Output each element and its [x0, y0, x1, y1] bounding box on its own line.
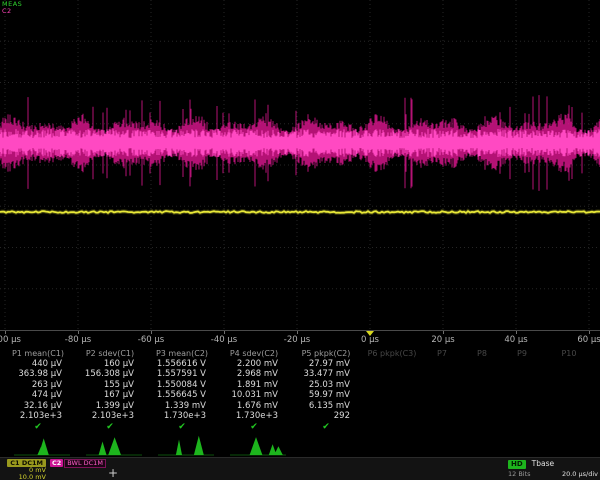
measure-value: 6.135 mV — [290, 401, 362, 411]
time-axis-label: 0 µs — [361, 335, 379, 345]
measure-value: 263 µV — [2, 380, 74, 390]
measure-value: 167 µV — [74, 390, 146, 400]
measure-value: 474 µV — [2, 390, 74, 400]
measure-status-check: ✔ — [74, 422, 146, 432]
timebase-label: Tbase — [532, 459, 554, 468]
measure-status-check: ✔ — [290, 422, 362, 432]
waveform-display[interactable]: MEAS C2 — [0, 0, 600, 330]
axis-tick — [151, 331, 152, 334]
measure-header-p9: P9 — [502, 349, 542, 358]
measure-value: 440 µV — [2, 359, 74, 369]
measure-value: 10.031 mV — [218, 390, 290, 400]
timebase-scale: 20.0 µs/div — [562, 470, 598, 478]
time-axis-label: -80 µs — [65, 335, 91, 345]
measure-header-p4[interactable]: P4 sdev(C2) — [218, 349, 290, 358]
measure-value: 2.103e+3 — [74, 411, 146, 421]
measure-value: 1.557591 V — [146, 369, 218, 379]
histicon-p1[interactable] — [12, 433, 72, 457]
timebase-bits: 12 Bits — [508, 470, 531, 478]
measure-header-p8: P8 — [462, 349, 502, 358]
channel-c1-descriptor[interactable]: C1 DC1M 0 mV 10.0 mV — [2, 459, 46, 480]
histicon-p2[interactable] — [84, 433, 144, 457]
measure-value: 33.477 mV — [290, 369, 362, 379]
time-axis-label: 60 µs — [577, 335, 600, 345]
measure-value: 2.968 mV — [218, 369, 290, 379]
hd-badge: HD — [508, 460, 526, 469]
measure-value: 27.97 mV — [290, 359, 362, 369]
measure-status-check: ✔ — [146, 422, 218, 432]
waveform-canvas — [0, 0, 600, 330]
measure-status-check: ✔ — [218, 422, 290, 432]
measure-value: 156.308 µV — [74, 369, 146, 379]
measure-value: 292 — [290, 411, 362, 421]
axis-tick — [78, 331, 79, 334]
measure-value: 1.550084 V — [146, 380, 218, 390]
time-axis-label: -60 µs — [138, 335, 164, 345]
axis-tick — [224, 331, 225, 334]
trigger-position-marker[interactable] — [366, 331, 374, 336]
measure-value: 1.556645 V — [146, 390, 218, 400]
c1-waveform — [0, 211, 600, 213]
measure-value: 160 µV — [74, 359, 146, 369]
measure-value: 1.891 mV — [218, 380, 290, 390]
time-axis-label: -40 µs — [211, 335, 237, 345]
measure-value: 1.730e+3 — [146, 411, 218, 421]
measure-header-p10: P10 — [542, 349, 596, 358]
time-axis: -100 µs -80 µs -60 µs -40 µs -20 µs 0 µs 20 µs… — [0, 330, 600, 348]
measure-value: 1.556616 V — [146, 359, 218, 369]
axis-tick — [297, 331, 298, 334]
c2-label: C2 — [50, 459, 63, 467]
measure-value: 155 µV — [74, 380, 146, 390]
measure-header-p1[interactable]: P1 mean(C1) — [2, 349, 74, 358]
measure-header-p2[interactable]: P2 sdev(C1) — [74, 349, 146, 358]
c1-scale: 10.0 mV — [2, 474, 46, 480]
measure-value: 1.730e+3 — [218, 411, 290, 421]
time-axis-label: -20 µs — [284, 335, 310, 345]
measure-value: 1.399 µV — [74, 401, 146, 411]
measure-value: 59.97 mV — [290, 390, 362, 400]
measure-value: 1.339 mV — [146, 401, 218, 411]
bottom-bar: C1 DC1M 0 mV 10.0 mV C2BWL DC1M + HD Tbas… — [0, 457, 600, 480]
measure-value: 363.98 µV — [2, 369, 74, 379]
measure-value: 32.16 µV — [2, 401, 74, 411]
c2-coupling: BWL DC1M — [64, 459, 106, 468]
time-axis-label: -100 µs — [0, 335, 21, 345]
histicon-p4[interactable] — [228, 433, 288, 457]
histicon-row — [0, 432, 600, 457]
measure-header-p7: P7 — [422, 349, 462, 358]
axis-tick — [516, 331, 517, 334]
axis-tick — [443, 331, 444, 334]
histicon-p3[interactable] — [156, 433, 216, 457]
measure-header-p5[interactable]: P5 pkpk(C2) — [290, 349, 362, 358]
c1-label: C1 — [10, 459, 19, 467]
time-axis-label: 20 µs — [431, 335, 454, 345]
measure-value: 25.03 mV — [290, 380, 362, 390]
measure-header-p3[interactable]: P3 mean(C2) — [146, 349, 218, 358]
time-axis-label: 40 µs — [504, 335, 527, 345]
status-label-magenta: C2 — [2, 8, 22, 15]
measure-header-p6: P6 pkpk(C3) — [362, 349, 422, 358]
timebase-descriptor[interactable]: HD Tbase 12 Bits 20.0 µs/div — [508, 459, 598, 478]
measure-value: 2.103e+3 — [2, 411, 74, 421]
measure-status-check: ✔ — [2, 422, 74, 432]
measure-value: 2.200 mV — [218, 359, 290, 369]
cursor-crosshair-icon[interactable]: + — [108, 467, 118, 479]
axis-tick — [589, 331, 590, 334]
measurement-table: P1 mean(C1)P2 sdev(C1)P3 mean(C2)P4 sdev… — [2, 348, 600, 432]
measure-value: 1.676 mV — [218, 401, 290, 411]
oscilloscope-screen: MEAS C2 -100 µs -80 µs -60 µs -40 µs -20 µs 0… — [0, 0, 600, 480]
axis-tick — [5, 331, 6, 334]
display-status-labels: MEAS C2 — [2, 1, 22, 15]
